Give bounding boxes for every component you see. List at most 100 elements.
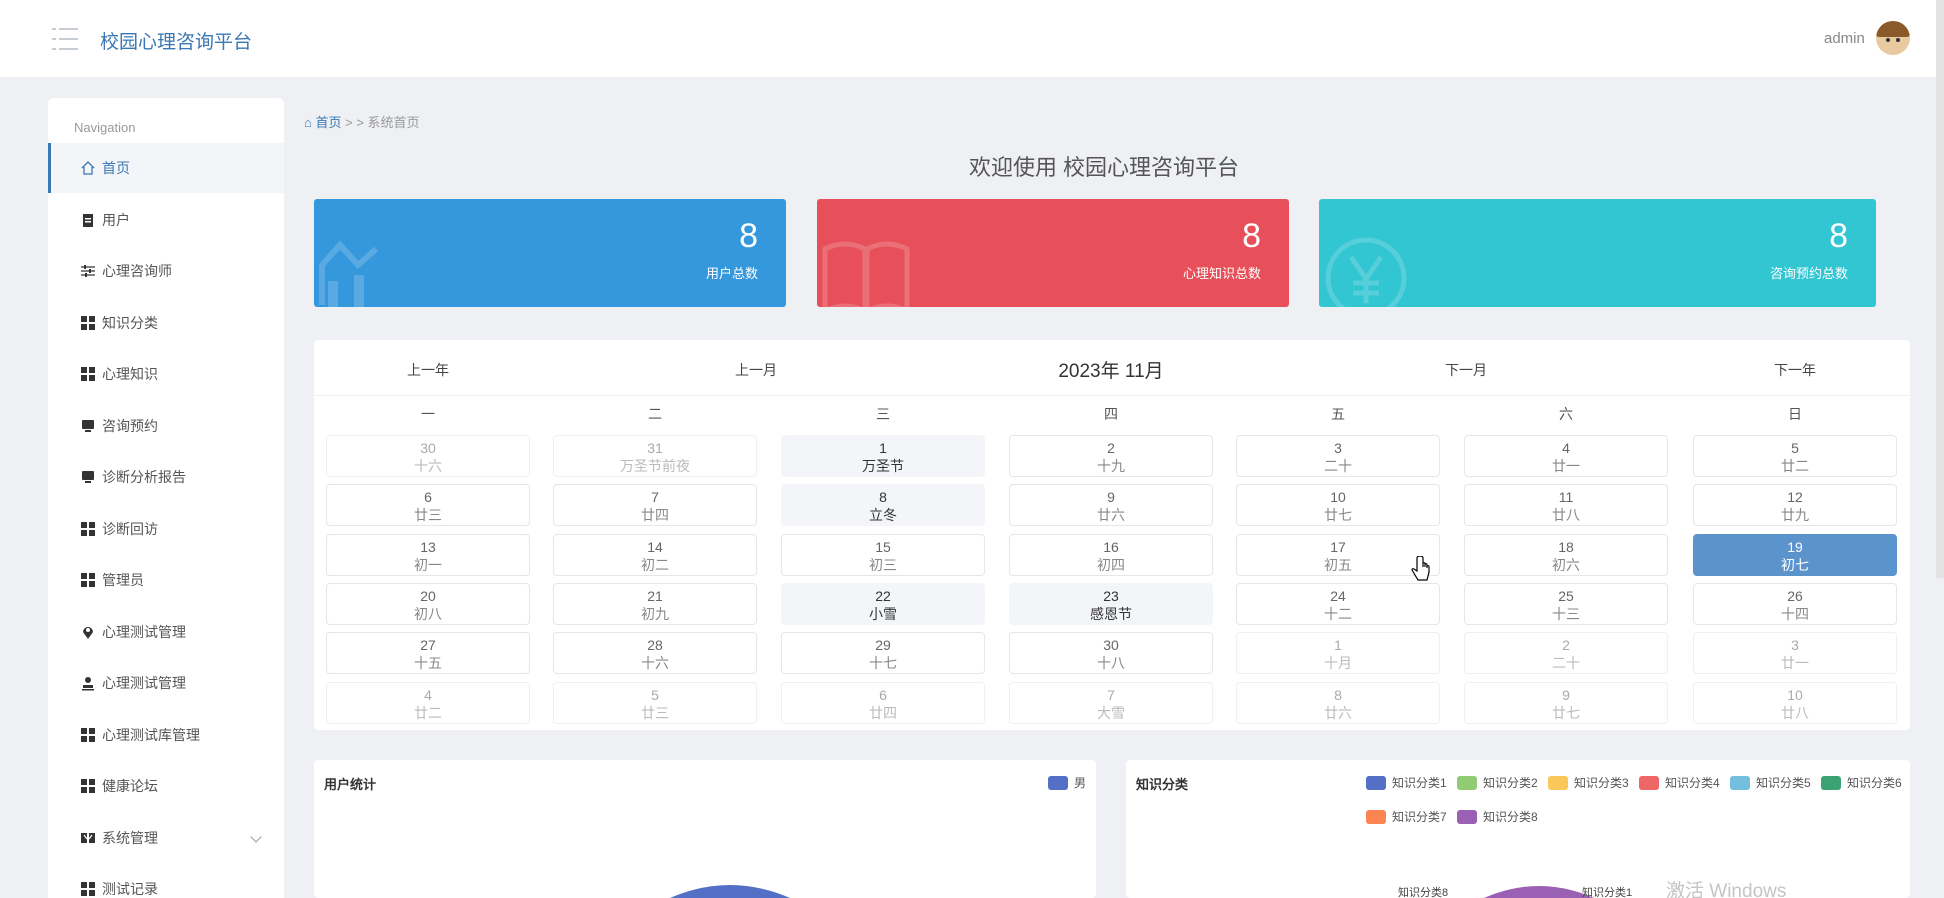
grid-icon (80, 366, 96, 382)
next-year-button[interactable]: 下一年 (1774, 360, 1816, 380)
legend-item[interactable]: 知识分类1 (1366, 774, 1447, 791)
menu-toggle-icon[interactable] (52, 28, 78, 50)
stat-label: 咨询预约总数 (1769, 266, 1848, 281)
sidebar-item[interactable]: 诊断分析报告 (48, 452, 284, 502)
sidebar-item[interactable]: 用户 (48, 195, 284, 245)
calendar-day[interactable]: 8 立冬 (781, 484, 985, 527)
calendar-day[interactable]: 4 廿一 (1464, 435, 1668, 477)
calendar-day[interactable]: 3 廿一 (1693, 632, 1897, 675)
calendar-day[interactable]: 6 廿三 (326, 484, 530, 527)
calendar-day[interactable]: 16 初四 (1009, 533, 1213, 576)
calendar-day[interactable]: 23 感恩节 (1009, 582, 1213, 625)
calendar-day[interactable]: 12 廿九 (1693, 484, 1897, 527)
sidebar: Navigation 首页 用户 心理咨询师 知识分类 心理知识 咨询预约 诊断分析报告 诊断… (48, 98, 284, 898)
sidebar-item[interactable]: 健康论坛 (48, 761, 284, 811)
sidebar-item[interactable]: 心理知识 (48, 349, 284, 399)
calendar-day[interactable]: 26 十四 (1693, 582, 1897, 625)
legend-item[interactable]: 知识分类3 (1548, 774, 1629, 791)
calendar-day[interactable]: 28 十六 (553, 632, 757, 675)
legend-item[interactable]: 知识分类4 (1639, 774, 1720, 791)
lunar-date: 廿一 (1552, 458, 1580, 474)
calendar-day[interactable]: 10 廿七 (1236, 484, 1440, 527)
scrollbar[interactable] (1936, 0, 1944, 578)
sidebar-item[interactable]: 管理员 (48, 555, 284, 605)
day-number: 23 (1103, 587, 1119, 604)
sidebar-item[interactable]: 系统管理 (48, 813, 284, 863)
calendar-day[interactable]: 13 初一 (326, 533, 530, 576)
legend-swatch (1548, 775, 1568, 790)
calendar-day[interactable]: 3 二十 (1236, 435, 1440, 477)
lunar-date: 初六 (1552, 556, 1580, 573)
calendar-day[interactable]: 24 十二 (1236, 582, 1440, 625)
knowledge-category-panel: 知识分类 知识分类1 知识分类2 知识分类3 知识分类4 知识分类5 知识分类6 知识分类7… (1126, 760, 1910, 898)
day-number: 4 (1562, 440, 1570, 456)
legend-item[interactable]: 知识分类5 (1730, 774, 1811, 791)
calendar-day[interactable]: 10 廿八 (1693, 681, 1897, 724)
user-name[interactable]: admin (1824, 30, 1865, 47)
sidebar-item[interactable]: 心理测试库管理 (48, 710, 284, 760)
calendar-day[interactable]: 1 万圣节 (781, 435, 985, 477)
calendar-day[interactable]: 30 十八 (1009, 632, 1213, 675)
calendar-day[interactable]: 18 初六 (1464, 533, 1668, 576)
legend-item[interactable]: 知识分类7 (1366, 808, 1447, 825)
calendar-day[interactable]: 11 廿八 (1464, 484, 1668, 527)
legend-item[interactable]: 知识分类6 (1821, 774, 1902, 791)
sidebar-item[interactable]: 咨询预约 (48, 401, 284, 451)
calendar-day[interactable]: 9 廿七 (1464, 681, 1668, 724)
grid-icon (80, 881, 96, 897)
calendar-day[interactable]: 21 初九 (553, 582, 757, 625)
calendar-day[interactable]: 7 大雪 (1009, 681, 1213, 724)
legend-label: 知识分类5 (1756, 776, 1811, 790)
breadcrumb: ⌂ 首页 > > 系统首页 (304, 112, 420, 131)
calendar-day[interactable]: 14 初二 (553, 533, 757, 576)
calendar-day[interactable]: 1 十月 (1236, 632, 1440, 675)
calendar-day[interactable]: 15 初三 (781, 533, 985, 576)
sidebar-item[interactable]: 心理测试管理 (48, 607, 284, 657)
day-number: 13 (420, 538, 436, 555)
calendar-day[interactable]: 9 廿六 (1009, 484, 1213, 527)
lunar-date: 二十 (1324, 458, 1352, 474)
lunar-date: 十五 (414, 655, 442, 672)
sidebar-item[interactable]: 知识分类 (48, 298, 284, 348)
legend-item[interactable]: 男 (1048, 774, 1086, 791)
breadcrumb-home[interactable]: ⌂ 首页 (304, 115, 341, 130)
calendar-day[interactable]: 2 十九 (1009, 435, 1213, 477)
sidebar-item-label: 用户 (102, 211, 130, 228)
lunar-date: 廿七 (1324, 507, 1352, 524)
legend-item[interactable]: 知识分类2 (1457, 774, 1538, 791)
sidebar-item[interactable]: 首页 (48, 143, 284, 193)
calendar-day[interactable]: 19 初七 (1693, 533, 1897, 576)
calendar-day[interactable]: 7 廿四 (553, 484, 757, 527)
calendar-day[interactable]: 29 十七 (781, 632, 985, 675)
bookmark-icon (80, 830, 96, 846)
sidebar-item[interactable]: 心理测试管理 (48, 658, 284, 708)
day-number: 16 (1103, 538, 1119, 555)
calendar-day[interactable]: 20 初八 (326, 582, 530, 625)
day-number: 8 (879, 489, 887, 506)
sidebar-item[interactable]: 诊断回访 (48, 504, 284, 554)
day-number: 18 (1558, 538, 1574, 555)
calendar-day[interactable]: 22 小雪 (781, 582, 985, 625)
day-number: 22 (875, 587, 891, 604)
day-number: 28 (647, 637, 663, 654)
prev-month-button[interactable]: 上一月 (735, 360, 777, 380)
day-number: 15 (875, 538, 891, 555)
calendar-day[interactable]: 8 廿六 (1236, 681, 1440, 724)
prev-year-button[interactable]: 上一年 (407, 360, 449, 380)
sidebar-item[interactable]: 测试记录 (48, 864, 284, 898)
calendar-day[interactable]: 6 廿四 (781, 681, 985, 724)
calendar-day[interactable]: 4 廿二 (326, 681, 530, 724)
legend-item[interactable]: 知识分类8 (1457, 808, 1538, 825)
stat-card-knowledge: 8 心理知识总数 (817, 199, 1289, 307)
calendar-day[interactable]: 31 万圣节前夜 (553, 435, 757, 477)
sidebar-item[interactable]: 心理咨询师 (48, 246, 284, 296)
next-month-button[interactable]: 下一月 (1445, 360, 1487, 380)
calendar-day[interactable]: 27 十五 (326, 632, 530, 675)
calendar-day[interactable]: 2 二十 (1464, 632, 1668, 675)
calendar-day[interactable]: 25 十三 (1464, 582, 1668, 625)
calendar-day[interactable]: 5 廿二 (1693, 435, 1897, 477)
avatar[interactable] (1876, 21, 1910, 55)
calendar-day[interactable]: 5 廿三 (553, 681, 757, 724)
legend-swatch (1730, 775, 1750, 790)
calendar-day[interactable]: 30 十六 (326, 435, 530, 477)
